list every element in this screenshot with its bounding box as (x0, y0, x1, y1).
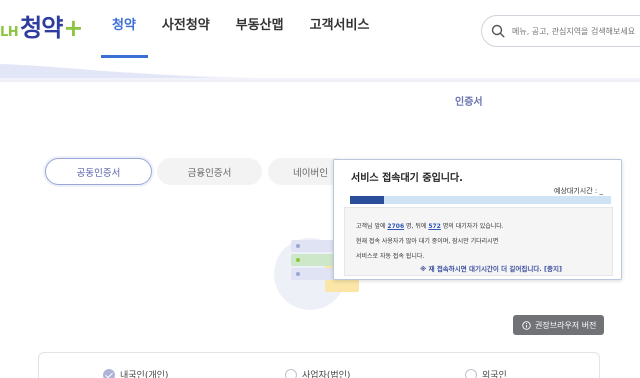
info-icon (522, 320, 531, 330)
logo-name: 청약 (20, 14, 63, 42)
nav-item-customer-service[interactable]: 고객서비스 (310, 14, 370, 33)
queue-count-line: 고객님 앞에 2706 명, 뒤에 572 명의 대기자가 있습니다. (356, 221, 504, 230)
dialog-message-box: 고객님 앞에 2706 명, 뒤에 572 명의 대기자가 있습니다. 현재 접… (344, 207, 613, 276)
recommended-browser-button[interactable]: 권장브라우저 버전 (513, 315, 604, 335)
user-type-korean-individual[interactable]: 내국인(개인) (103, 368, 168, 378)
queue-progress-bar (350, 196, 611, 204)
queue-text-suffix: 명의 대기자가 있습니다. (440, 223, 504, 230)
recommended-browser-label: 권장브라우저 버전 (535, 320, 597, 330)
nav-item-real-estate-map[interactable]: 부동산맵 (236, 14, 284, 33)
ahead-count: 2706 (387, 223, 405, 230)
page: LH 청약 + 청약 사전청약 부동산맵 고객서비스 인증서 공동인증서 금융인… (0, 0, 640, 378)
main-nav: 청약 사전청약 부동산맵 고객서비스 (112, 14, 395, 33)
search-input[interactable] (512, 22, 640, 40)
nav-active-indicator (101, 55, 148, 58)
reconnect-warning-stop-link[interactable]: ※ 재 접속하시면 대기시간이 더 길어집니다. [중지] (420, 263, 562, 273)
queue-text-prefix: 고객님 앞에 (356, 223, 388, 230)
queue-progress-fill (350, 196, 384, 204)
logo-plus: + (63, 14, 84, 42)
user-type-label: 내국인(개인) (120, 371, 169, 378)
user-type-label: 외국인 (482, 371, 507, 378)
behind-count: 572 (428, 223, 441, 230)
tab-joint-certificate[interactable]: 공동인증서 (45, 158, 152, 185)
radio-icon[interactable] (465, 368, 477, 378)
queue-text-mid: 명, 뒤에 (404, 223, 429, 230)
user-type-label: 사업자(법인) (302, 371, 351, 378)
nav-item-subscription[interactable]: 청약 (112, 14, 136, 33)
queue-wait-dialog: 서비스 접속대기 중입니다. 예상대기시간 : _ 고객님 앞에 2706 명,… (333, 159, 622, 280)
user-type-foreigner[interactable]: 외국인 (465, 368, 507, 378)
user-type-selector: 내국인(개인) 사업자(법인) 외국인 (38, 352, 600, 378)
search-icon[interactable] (491, 24, 505, 38)
tab-financial-certificate[interactable]: 금융인증서 (157, 158, 262, 185)
dialog-title: 서비스 접속대기 중입니다. (351, 173, 463, 184)
auto-connect-message: 서비스로 자동 접속 됩니다. (356, 253, 425, 260)
expected-wait-time: 예상대기시간 : _ (554, 187, 603, 195)
radio-icon[interactable] (285, 368, 297, 378)
logo[interactable]: LH 청약 + (0, 8, 83, 42)
header: LH 청약 + 청약 사전청약 부동산맵 고객서비스 (0, 0, 640, 62)
nav-item-pre-subscription[interactable]: 사전청약 (162, 14, 210, 33)
user-type-business[interactable]: 사업자(법인) (285, 368, 350, 378)
section-title: 인증서 (455, 97, 483, 108)
header-decoration (0, 62, 640, 86)
radio-checked-icon[interactable] (103, 368, 115, 378)
search-box[interactable] (481, 15, 640, 47)
logo-prefix: LH (0, 25, 19, 40)
busy-message: 현재 접속 사용자가 많아 대기 중이며, 잠시만 기다리시면 (356, 238, 499, 245)
